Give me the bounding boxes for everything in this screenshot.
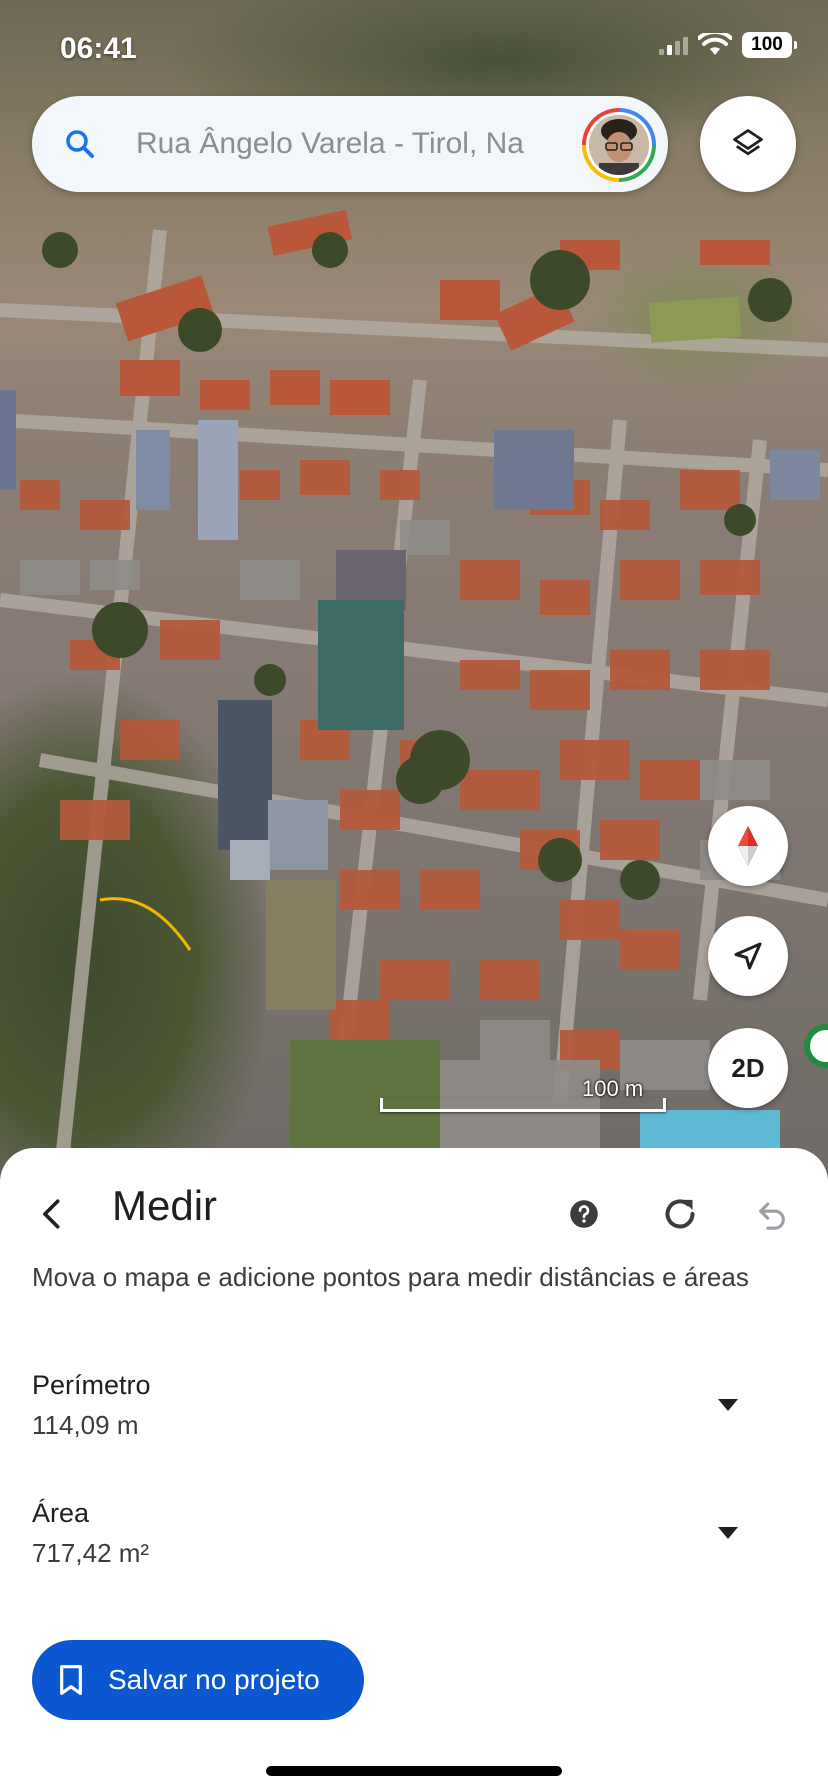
- search-input[interactable]: Rua Ângelo Varela - Tirol, Na: [136, 118, 598, 170]
- back-arrow-icon: [43, 1199, 60, 1229]
- measure-sheet: Medir Mova o mapa e adicione pontos para…: [0, 1148, 828, 1792]
- help-button[interactable]: [558, 1188, 610, 1240]
- instructions-text: Mova o mapa e adicione pontos para medir…: [32, 1262, 749, 1292]
- perimeter-row[interactable]: Perímetro 114,09 m: [32, 1370, 796, 1460]
- perimeter-label: Perímetro: [32, 1370, 151, 1400]
- area-label: Área: [32, 1498, 90, 1528]
- compass-icon: [738, 826, 758, 866]
- dropdown-arrow-icon: [718, 1399, 738, 1411]
- cellular-signal-icon: [659, 35, 688, 55]
- home-indicator: [266, 1766, 562, 1776]
- page-title: Medir: [112, 1182, 218, 1229]
- area-value: 717,42 m²: [32, 1538, 150, 1568]
- help-icon: [570, 1200, 598, 1228]
- layers-icon: [733, 129, 763, 156]
- wifi-icon: [698, 33, 732, 55]
- undo-button[interactable]: [742, 1184, 802, 1244]
- dropdown-arrow-icon: [718, 1527, 738, 1539]
- perimeter-unit-dropdown[interactable]: [708, 1390, 748, 1420]
- scale-bar: [380, 1098, 666, 1112]
- perimeter-value: 114,09 m: [32, 1410, 139, 1440]
- navigation-arrow-icon: [734, 942, 762, 970]
- area-row[interactable]: Área 717,42 m²: [32, 1498, 796, 1588]
- layers-button[interactable]: [700, 96, 796, 192]
- back-button[interactable]: [24, 1186, 80, 1242]
- reset-button[interactable]: [650, 1184, 710, 1244]
- compass-button[interactable]: [708, 806, 788, 886]
- view-2d-toggle[interactable]: 2D: [708, 1028, 788, 1108]
- profile-photo: [589, 115, 649, 175]
- area-unit-dropdown[interactable]: [708, 1518, 748, 1548]
- bookmark-icon: [60, 1665, 82, 1695]
- save-to-project-label: Salvar no projeto: [108, 1664, 320, 1695]
- save-to-project-button[interactable]: Salvar no projeto: [32, 1640, 364, 1720]
- status-time: 06:41: [60, 32, 137, 65]
- status-indicators: 100: [659, 32, 797, 58]
- refresh-icon: [665, 1199, 695, 1229]
- my-location-button[interactable]: [708, 916, 788, 996]
- battery-icon: 100: [742, 32, 797, 58]
- search-icon: [66, 130, 94, 158]
- undo-icon: [759, 1202, 785, 1230]
- avatar[interactable]: [582, 108, 656, 182]
- search-bar[interactable]: Rua Ângelo Varela - Tirol, Na: [32, 96, 668, 192]
